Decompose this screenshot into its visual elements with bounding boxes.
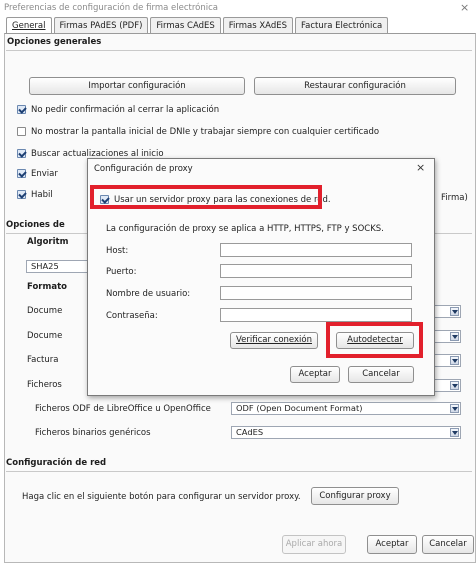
host-field[interactable] bbox=[220, 243, 412, 257]
enable-checkbox[interactable] bbox=[17, 190, 26, 199]
tab-bar: General Firmas PAdES (PDF) Firmas CAdES … bbox=[6, 17, 390, 34]
window-close-icon[interactable]: × bbox=[460, 1, 469, 14]
import-config-button[interactable]: Importar configuración bbox=[29, 77, 245, 95]
accept-button[interactable]: Aceptar bbox=[367, 535, 417, 554]
enable-label: Habil bbox=[31, 190, 53, 200]
no-dnie-screen-label: No mostrar la pantalla inicial de DNIe y… bbox=[31, 127, 380, 137]
verify-connection-button[interactable]: Verificar conexión bbox=[230, 332, 318, 349]
proxy-info-text: La configuración de proxy se aplica a HT… bbox=[106, 224, 384, 234]
use-proxy-checkbox[interactable] bbox=[100, 195, 109, 204]
no-dnie-screen-checkbox[interactable] bbox=[17, 127, 26, 136]
enable-label-tail: Firma) bbox=[441, 193, 468, 203]
proxy-dialog-close-icon[interactable]: × bbox=[416, 161, 425, 174]
format-row-label-4: Ficheros bbox=[27, 380, 62, 390]
autodetect-label: Autodetectar bbox=[347, 335, 403, 345]
general-options-separator bbox=[6, 50, 472, 51]
network-config-separator bbox=[6, 471, 472, 472]
tab-pades-label: Firmas PAdES (PDF) bbox=[59, 21, 143, 31]
autodetect-button[interactable]: Autodetectar bbox=[336, 332, 414, 349]
password-label: Contraseña: bbox=[106, 311, 158, 321]
send-checkbox[interactable] bbox=[17, 169, 26, 178]
algorithm-value: SHA25 bbox=[31, 261, 59, 271]
window-title: Preferencias de configuración de firma e… bbox=[4, 3, 218, 13]
format-row-label-2: Docume bbox=[27, 331, 63, 341]
tab-factura-label: Factura Electrónica bbox=[301, 21, 383, 31]
check-updates-checkbox[interactable] bbox=[17, 149, 26, 158]
proxy-accept-button[interactable]: Aceptar bbox=[290, 366, 340, 383]
format-row-label-binary: Ficheros binarios genéricos bbox=[35, 428, 151, 438]
port-field[interactable] bbox=[220, 264, 412, 278]
use-proxy-label: Usar un servidor proxy para las conexion… bbox=[114, 195, 331, 205]
host-label: Host: bbox=[106, 246, 129, 256]
format-select-binary[interactable]: CAdES bbox=[231, 426, 461, 439]
tab-cades-label: Firmas CAdES bbox=[156, 21, 215, 31]
tab-xades-label: Firmas XAdES bbox=[228, 21, 288, 31]
tab-pades[interactable]: Firmas PAdES (PDF) bbox=[53, 17, 149, 33]
format-row-label-1: Docume bbox=[27, 306, 63, 316]
format-value-odf: ODF (Open Document Format) bbox=[236, 403, 363, 413]
algorithm-select[interactable]: SHA25 bbox=[26, 260, 88, 273]
username-field[interactable] bbox=[220, 286, 412, 300]
chevron-down-icon bbox=[450, 428, 459, 437]
sign-options-title: Opciones de bbox=[6, 220, 65, 230]
proxy-dialog: Configuración de proxy × Usar un servido… bbox=[87, 158, 435, 396]
network-config-title: Configuración de red bbox=[6, 458, 107, 468]
chevron-down-icon bbox=[450, 307, 459, 316]
network-config-text: Haga clic en el siguiente botón para con… bbox=[22, 492, 301, 502]
password-field[interactable] bbox=[220, 308, 412, 322]
chevron-down-icon bbox=[450, 332, 459, 341]
tab-general-label: General bbox=[12, 21, 46, 31]
port-label: Puerto: bbox=[106, 267, 137, 277]
send-label: Enviar bbox=[31, 169, 58, 179]
tab-cades[interactable]: Firmas CAdES bbox=[150, 17, 221, 33]
cancel-button[interactable]: Cancelar bbox=[422, 535, 474, 554]
tab-xades[interactable]: Firmas XAdES bbox=[222, 17, 294, 33]
format-row-label-odf: Ficheros ODF de LibreOffice u OpenOffice bbox=[35, 404, 211, 414]
restore-config-button[interactable]: Restaurar configuración bbox=[254, 77, 456, 95]
format-row-label-3: Factura bbox=[27, 355, 59, 365]
verify-connection-label: Verificar conexión bbox=[236, 335, 312, 345]
tab-factura[interactable]: Factura Electrónica bbox=[295, 17, 389, 33]
algorithm-label: Algoritm bbox=[27, 237, 69, 247]
proxy-dialog-title: Configuración de proxy bbox=[94, 164, 193, 174]
tab-general[interactable]: General bbox=[6, 17, 52, 34]
format-value-binary: CAdES bbox=[236, 427, 264, 437]
chevron-down-icon bbox=[450, 404, 459, 413]
chevron-down-icon bbox=[450, 381, 459, 390]
username-label: Nombre de usuario: bbox=[106, 289, 191, 299]
no-confirm-label: No pedir confirmación al cerrar la aplic… bbox=[31, 105, 220, 115]
apply-now-button[interactable]: Aplicar ahora bbox=[282, 535, 346, 554]
formats-label: Formato bbox=[27, 282, 67, 292]
general-options-title: Opciones generales bbox=[7, 37, 102, 47]
format-select-odf[interactable]: ODF (Open Document Format) bbox=[231, 402, 461, 415]
no-confirm-checkbox[interactable] bbox=[17, 105, 26, 114]
chevron-down-icon bbox=[450, 356, 459, 365]
configure-proxy-button[interactable]: Configurar proxy bbox=[311, 487, 399, 505]
proxy-cancel-button[interactable]: Cancelar bbox=[348, 366, 414, 383]
